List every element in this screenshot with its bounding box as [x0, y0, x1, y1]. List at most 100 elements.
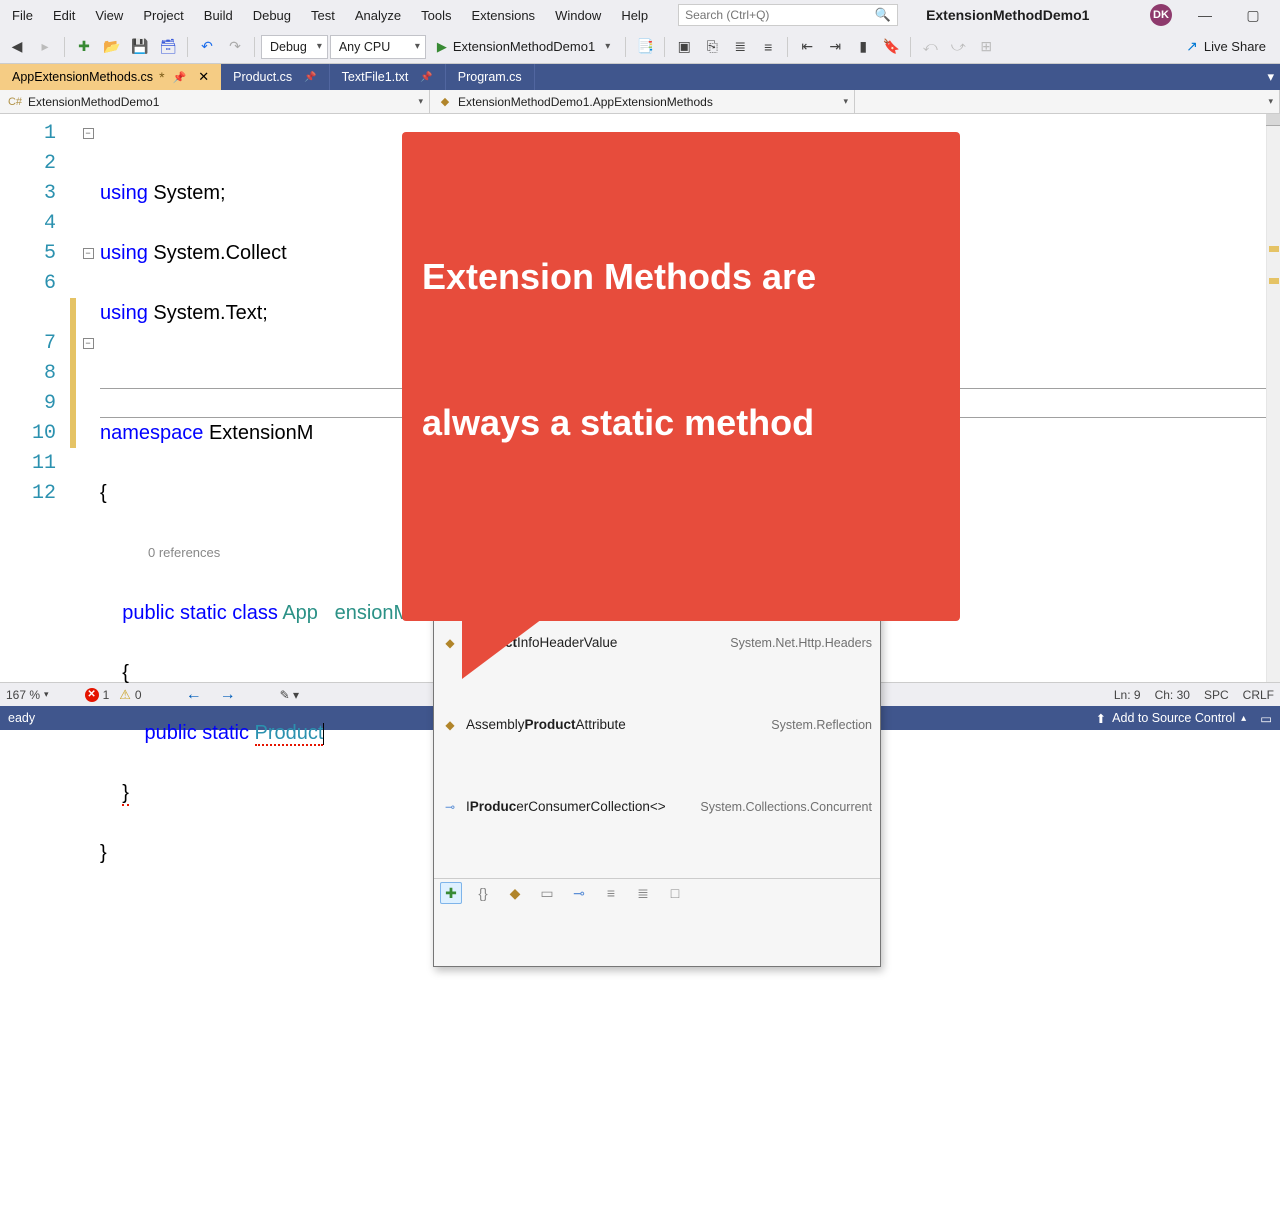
- separator: [64, 37, 65, 57]
- class-icon: ◆: [442, 717, 458, 733]
- play-icon: ▶: [437, 39, 447, 55]
- nav-fwd-btn[interactable]: ▸: [32, 34, 58, 60]
- toolbar-btn-4[interactable]: ≣: [727, 34, 753, 60]
- line-number: 11: [0, 452, 70, 475]
- menu-project[interactable]: Project: [133, 4, 193, 27]
- pin-icon[interactable]: 📌: [420, 72, 432, 83]
- filter-class-btn[interactable]: ◆: [504, 882, 526, 904]
- zoom-control[interactable]: 167 % ▾: [6, 688, 49, 702]
- open-file-btn[interactable]: 📂: [99, 34, 125, 60]
- filter-add-btn[interactable]: ✚: [440, 882, 462, 904]
- fold-toggle[interactable]: −: [83, 128, 94, 139]
- toolbar-btn-3[interactable]: ⎘: [699, 34, 725, 60]
- start-debug-button[interactable]: ▶ ExtensionMethodDemo1 ▾: [428, 34, 619, 60]
- menu-tools[interactable]: Tools: [411, 4, 461, 27]
- tab-product[interactable]: Product.cs 📌: [221, 64, 330, 90]
- filter-enum-btn[interactable]: ≡: [600, 882, 622, 904]
- nav-type-label: ExtensionMethodDemo1.AppExtensionMethods: [458, 95, 713, 109]
- fold-toggle[interactable]: −: [83, 248, 94, 259]
- redo-btn[interactable]: ↷: [222, 34, 248, 60]
- chevron-down-icon: ▾: [44, 689, 49, 700]
- callout-line2: always a static method: [422, 399, 940, 448]
- tab-label: Program.cs: [458, 70, 522, 84]
- user-avatar[interactable]: DK: [1150, 4, 1172, 26]
- annotation-callout: Extension Methods are always a static me…: [402, 132, 960, 621]
- toolbar-btn-1[interactable]: 📑: [632, 34, 658, 60]
- window-minimize-button[interactable]: —: [1190, 3, 1220, 27]
- menu-help[interactable]: Help: [611, 4, 658, 27]
- live-share-button[interactable]: ↗ Live Share: [1176, 38, 1276, 55]
- solution-config-combo[interactable]: Debug: [261, 35, 328, 59]
- menu-build[interactable]: Build: [194, 4, 243, 27]
- pin-icon[interactable]: 📌: [304, 72, 316, 83]
- quick-launch-search[interactable]: 🔍: [678, 4, 898, 26]
- separator: [910, 37, 911, 57]
- separator: [625, 37, 626, 57]
- nav-type-combo[interactable]: ◆ ExtensionMethodDemo1.AppExtensionMetho…: [430, 90, 855, 113]
- window-restore-button[interactable]: ▢: [1238, 3, 1268, 27]
- tab-program[interactable]: Program.cs: [446, 64, 535, 90]
- callout-tail: [462, 619, 542, 679]
- editor-overview-ruler[interactable]: [1266, 114, 1280, 682]
- callout-line1: Extension Methods are: [422, 253, 940, 302]
- search-icon: 🔍: [875, 7, 891, 23]
- bookmark-btn[interactable]: 🔖: [878, 34, 904, 60]
- comment-btn[interactable]: ▮: [850, 34, 876, 60]
- save-all-btn[interactable]: 🗃: [155, 34, 181, 60]
- pin-icon[interactable]: 📌: [173, 71, 187, 84]
- toolbar-btn-b[interactable]: ⤻: [945, 34, 971, 60]
- solution-platform-combo[interactable]: Any CPU: [330, 35, 426, 59]
- menu-edit[interactable]: Edit: [43, 4, 85, 27]
- filter-namespace-btn[interactable]: {}: [472, 882, 494, 904]
- filter-const-btn[interactable]: □: [664, 882, 686, 904]
- line-number: 12: [0, 482, 70, 505]
- menu-file[interactable]: File: [2, 4, 43, 27]
- menu-analyze[interactable]: Analyze: [345, 4, 411, 27]
- fold-toggle[interactable]: −: [83, 338, 94, 349]
- intellisense-filter-bar: ✚ {} ◆ ▭ ⊸ ≡ ≣ □: [434, 878, 880, 906]
- indent-right-btn[interactable]: ⇥: [822, 34, 848, 60]
- nav-back-btn[interactable]: ◀: [4, 34, 30, 60]
- filter-struct-btn[interactable]: ▭: [536, 882, 558, 904]
- line-number: 7: [0, 332, 70, 355]
- error-icon: ✕: [85, 688, 99, 702]
- nav-member-combo[interactable]: [855, 90, 1280, 113]
- separator: [187, 37, 188, 57]
- tab-textfile1[interactable]: TextFile1.txt 📌: [330, 64, 446, 90]
- menu-extensions[interactable]: Extensions: [461, 4, 545, 27]
- menu-view[interactable]: View: [85, 4, 133, 27]
- new-project-btn[interactable]: ✚: [71, 34, 97, 60]
- code-editor[interactable]: 1− 2 3 4 5− 6 7− 8 9 10 11 12 using Syst…: [0, 114, 1280, 682]
- change-marker: [1269, 246, 1279, 252]
- line-number: 5: [0, 242, 70, 265]
- split-handle[interactable]: [1266, 114, 1280, 126]
- tab-close-icon[interactable]: ✕: [198, 69, 209, 85]
- intellisense-item[interactable]: ◆ AssemblyProductAttribute System.Reflec…: [434, 714, 880, 736]
- nav-project-label: ExtensionMethodDemo1: [28, 95, 159, 109]
- live-share-label: Live Share: [1204, 39, 1266, 54]
- toolbar-btn-a[interactable]: ⤺: [917, 34, 943, 60]
- interface-icon: ⊸: [442, 799, 458, 815]
- toolbar-btn-c[interactable]: ⊞: [973, 34, 999, 60]
- menu-debug[interactable]: Debug: [243, 4, 301, 27]
- undo-btn[interactable]: ↶: [194, 34, 220, 60]
- tabstrip-overflow[interactable]: ▾: [1261, 64, 1280, 90]
- code-area[interactable]: using System; using System.Collect using…: [100, 114, 1280, 682]
- indent-left-btn[interactable]: ⇤: [794, 34, 820, 60]
- save-btn[interactable]: 💾: [127, 34, 153, 60]
- class-icon: ◆: [438, 95, 452, 109]
- nav-project-combo[interactable]: C# ExtensionMethodDemo1: [0, 90, 430, 113]
- intellisense-item[interactable]: ⊸ IProducerConsumerCollection<> System.C…: [434, 796, 880, 818]
- search-input[interactable]: [685, 8, 875, 22]
- tab-appextensionmethods[interactable]: AppExtensionMethods.cs * 📌 ✕: [0, 64, 221, 90]
- menu-window[interactable]: Window: [545, 4, 611, 27]
- editor-gutter: 1− 2 3 4 5− 6 7− 8 9 10 11 12: [0, 114, 100, 682]
- menu-test[interactable]: Test: [301, 4, 345, 27]
- tab-label: AppExtensionMethods.cs: [12, 70, 153, 84]
- toolbar-btn-2[interactable]: ▣: [671, 34, 697, 60]
- start-target-label: ExtensionMethodDemo1: [453, 39, 595, 54]
- filter-interface-btn[interactable]: ⊸: [568, 882, 590, 904]
- toolbar-btn-5[interactable]: ≡: [755, 34, 781, 60]
- chevron-down-icon: ▾: [605, 41, 610, 52]
- filter-delegate-btn[interactable]: ≣: [632, 882, 654, 904]
